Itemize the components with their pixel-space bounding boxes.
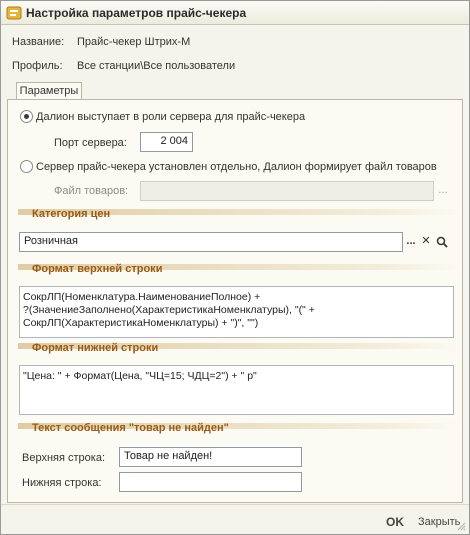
bottom-format-textarea[interactable]: "Цена: " + Формат(Цена, "ЧЦ=15; ЧДЦ=2") …: [19, 365, 454, 415]
ok-button[interactable]: OK: [386, 515, 404, 529]
title-bar: Настройка параметров прайс-чекера: [1, 1, 469, 25]
app-icon: [6, 6, 22, 20]
dialog-footer: OK Закрыть: [1, 504, 469, 534]
settings-dialog: Настройка параметров прайс-чекера Назван…: [0, 0, 470, 535]
file-label: Файл товаров:: [54, 185, 129, 197]
file-mode-label[interactable]: Сервер прайс-чекера установлен отдельно,…: [36, 161, 437, 173]
name-value: Прайс-чекер Штрих-М: [77, 36, 191, 48]
port-input[interactable]: 2 004: [140, 132, 193, 152]
window-title: Настройка параметров прайс-чекера: [26, 6, 247, 20]
price-category-title: Категория цен: [32, 208, 111, 220]
close-button[interactable]: Закрыть: [418, 516, 460, 528]
port-label: Порт сервера:: [54, 137, 127, 149]
profile-label: Профиль:: [12, 60, 63, 72]
top-format-title: Формат верхней строки: [32, 263, 163, 275]
server-mode-label[interactable]: Далион выступает в роли сервера для прай…: [36, 111, 305, 123]
file-input[interactable]: [140, 181, 434, 201]
price-category-clear-button[interactable]: ✕: [419, 234, 433, 250]
file-select-button[interactable]: ...: [436, 183, 450, 199]
server-mode-radio[interactable]: [20, 110, 33, 123]
not-found-title: Текст сообщения "товар не найден": [32, 422, 229, 434]
tab-parameters[interactable]: Параметры: [16, 82, 82, 100]
top-line-input[interactable]: Товар не найден!: [119, 447, 302, 467]
profile-value: Все станции\Все пользователи: [77, 60, 236, 72]
file-mode-radio[interactable]: [20, 160, 33, 173]
top-format-textarea[interactable]: СокрЛП(Номенклатура.НаименованиеПолное) …: [19, 286, 454, 338]
name-label: Название:: [12, 36, 65, 48]
top-line-label: Верхняя строка:: [22, 452, 105, 464]
price-category-input[interactable]: Розничная: [19, 232, 403, 252]
search-icon[interactable]: [435, 234, 449, 250]
resize-grip-icon[interactable]: [456, 521, 466, 531]
price-category-select-button[interactable]: ...: [404, 234, 418, 250]
bottom-line-input[interactable]: [119, 472, 302, 492]
bottom-line-label: Нижняя строка:: [22, 477, 102, 489]
bottom-format-title: Формат нижней строки: [32, 342, 159, 354]
